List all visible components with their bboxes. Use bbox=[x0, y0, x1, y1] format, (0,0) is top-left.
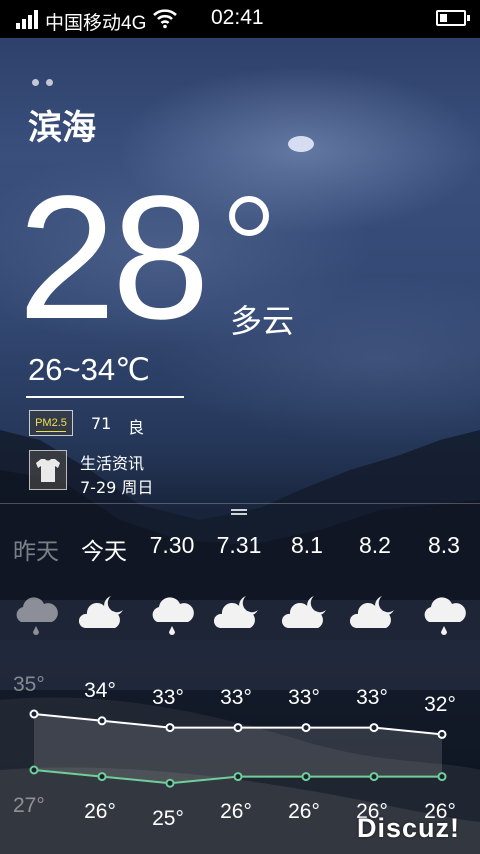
high-temp-label: 33° bbox=[220, 686, 252, 709]
low-temp-point bbox=[437, 772, 447, 782]
pm25-level: 良 bbox=[128, 418, 145, 437]
degree-symbol bbox=[229, 196, 269, 236]
high-temp-point bbox=[233, 723, 243, 733]
cloud-rain-icon bbox=[16, 597, 58, 635]
high-temp-point bbox=[97, 716, 107, 726]
carrier-label: 中国移动4G bbox=[45, 13, 147, 34]
low-temp-label: 26° bbox=[288, 800, 320, 823]
high-temp-label: 33° bbox=[288, 686, 320, 709]
battery-icon bbox=[436, 10, 470, 26]
section-divider bbox=[0, 503, 480, 504]
low-temp-point bbox=[369, 772, 379, 782]
signal-icon bbox=[16, 9, 40, 29]
low-temp-point bbox=[165, 778, 175, 788]
forecast-day[interactable]: 7.31 bbox=[204, 532, 274, 559]
cloud-moon-icon bbox=[350, 596, 394, 628]
high-temp-point bbox=[437, 729, 447, 739]
low-temp-point bbox=[301, 772, 311, 782]
range-underline bbox=[26, 396, 184, 398]
drag-handle-icon[interactable] bbox=[231, 509, 247, 519]
cloud-moon-icon bbox=[282, 596, 326, 628]
high-temp-point bbox=[369, 723, 379, 733]
status-bar: 中国移动4G 02:41 bbox=[0, 0, 480, 38]
wifi-icon bbox=[153, 9, 177, 29]
low-temp-label: 26° bbox=[220, 800, 252, 823]
life-info-title[interactable]: 生活资讯 bbox=[80, 450, 144, 474]
high-temp-label: 33° bbox=[152, 686, 184, 709]
pm25-badge[interactable]: PM2.5 bbox=[29, 410, 73, 436]
high-temp-point bbox=[301, 723, 311, 733]
weather-condition: 多云 bbox=[230, 302, 295, 340]
cloud-rain-icon bbox=[424, 597, 466, 635]
city-name[interactable]: 滨海 bbox=[28, 100, 96, 149]
forecast-day-yesterday[interactable]: 昨天 bbox=[1, 532, 71, 566]
forecast-day[interactable]: 7.30 bbox=[137, 532, 207, 559]
tshirt-icon[interactable] bbox=[29, 450, 67, 490]
forecast-day-today[interactable]: 今天 bbox=[69, 532, 139, 566]
forecast-day[interactable]: 8.1 bbox=[272, 532, 342, 559]
page-indicator[interactable] bbox=[32, 71, 60, 90]
low-temp-label: 26° bbox=[84, 800, 116, 823]
high-temp-point bbox=[29, 709, 39, 719]
low-temp-point bbox=[233, 772, 243, 782]
cloud-moon-icon bbox=[79, 596, 123, 628]
low-temp-point bbox=[97, 772, 107, 782]
high-temp-label: 32° bbox=[424, 693, 456, 716]
life-info-date: 7-29 周日 bbox=[80, 478, 154, 497]
status-time: 02:41 bbox=[211, 6, 264, 29]
temperature-range: 26~34℃ bbox=[28, 352, 150, 387]
low-temp-label: 25° bbox=[152, 807, 184, 830]
watermark: Discuz! bbox=[357, 813, 461, 843]
low-temp-point bbox=[29, 765, 39, 775]
current-temperature: 28 bbox=[18, 160, 210, 356]
pm25-value: 71 bbox=[91, 414, 112, 433]
forecast-day[interactable]: 8.2 bbox=[340, 532, 410, 559]
cloud-moon-icon bbox=[214, 596, 258, 628]
high-temp-label: 33° bbox=[356, 686, 388, 709]
cloud-rain-icon bbox=[152, 597, 194, 635]
forecast-day[interactable]: 8.3 bbox=[409, 532, 479, 559]
high-temp-point bbox=[165, 723, 175, 733]
high-temp-label: 34° bbox=[84, 679, 116, 702]
